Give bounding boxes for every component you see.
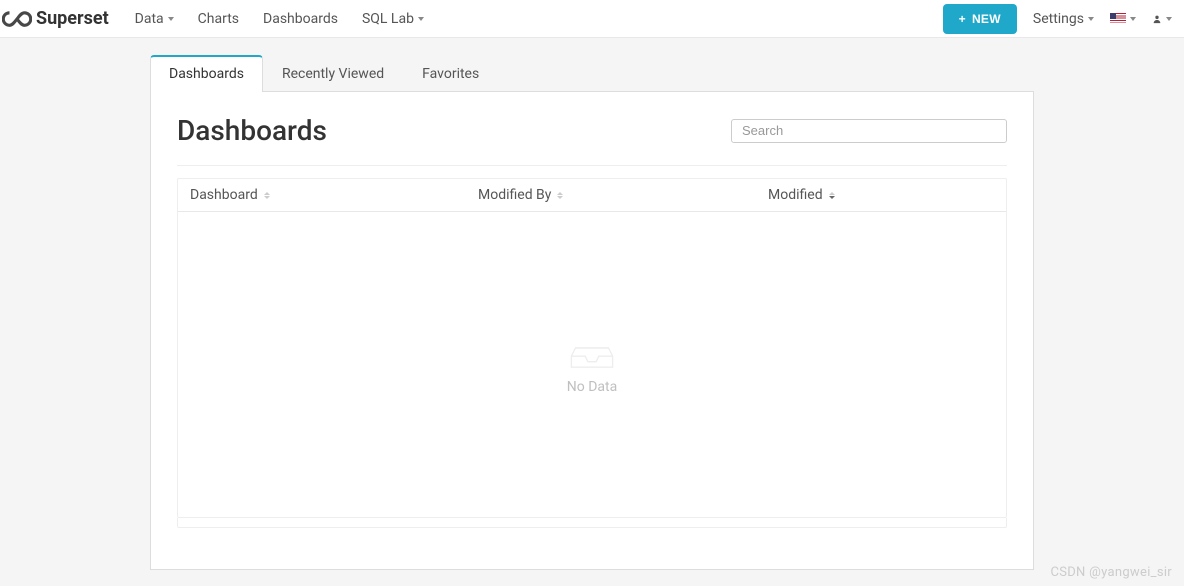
empty-state: No Data <box>178 212 1006 517</box>
tab-label: Recently Viewed <box>282 66 384 82</box>
column-label: Modified By <box>478 187 551 203</box>
nav-charts-label: Charts <box>198 11 239 27</box>
nav-data-label: Data <box>135 11 164 27</box>
new-button[interactable]: + NEW <box>943 4 1017 34</box>
panel: Dashboards Dashboard Modified By Modifie… <box>150 92 1034 570</box>
infinity-icon <box>2 10 32 28</box>
brand-name: Superset <box>36 8 109 29</box>
column-label: Dashboard <box>190 187 258 203</box>
user-icon <box>1152 14 1162 24</box>
nav-dashboards-label: Dashboards <box>263 11 338 27</box>
sort-icon <box>264 192 270 199</box>
language-menu[interactable] <box>1110 13 1136 24</box>
page-content: Dashboards Recently Viewed Favorites Das… <box>150 54 1034 570</box>
nav-dashboards[interactable]: Dashboards <box>251 0 350 38</box>
tabs: Dashboards Recently Viewed Favorites <box>150 54 1034 92</box>
settings-menu[interactable]: Settings <box>1033 11 1094 27</box>
chevron-down-icon <box>168 17 174 21</box>
tab-favorites[interactable]: Favorites <box>403 55 498 92</box>
nav-right: + NEW Settings <box>943 4 1172 34</box>
nav-items: Data Charts Dashboards SQL Lab <box>123 0 436 38</box>
user-menu[interactable] <box>1152 14 1172 24</box>
nav-sqllab[interactable]: SQL Lab <box>350 0 436 38</box>
chevron-down-icon <box>1130 17 1136 21</box>
panel-header: Dashboards <box>177 114 1007 166</box>
us-flag-icon <box>1110 13 1126 24</box>
table-header: Dashboard Modified By Modified <box>178 179 1006 212</box>
table-footer <box>177 518 1007 528</box>
column-header-modified-by[interactable]: Modified By <box>478 187 768 203</box>
empty-text: No Data <box>567 379 617 395</box>
page-title: Dashboards <box>177 114 327 147</box>
chevron-down-icon <box>1166 17 1172 21</box>
watermark: CSDN @yangwei_sir <box>1050 565 1172 580</box>
dashboards-table: Dashboard Modified By Modified <box>177 178 1007 518</box>
tab-label: Favorites <box>422 66 479 82</box>
nav-sqllab-label: SQL Lab <box>362 11 414 27</box>
chevron-down-icon <box>418 17 424 21</box>
empty-box-icon <box>570 335 614 369</box>
new-button-label: NEW <box>972 12 1001 26</box>
tab-dashboards[interactable]: Dashboards <box>150 55 263 92</box>
column-header-dashboard[interactable]: Dashboard <box>190 187 478 203</box>
sort-icon <box>829 192 835 199</box>
nav-data[interactable]: Data <box>123 0 186 38</box>
chevron-down-icon <box>1088 17 1094 21</box>
sort-icon <box>557 192 563 199</box>
search-input[interactable] <box>731 119 1007 143</box>
nav-charts[interactable]: Charts <box>186 0 251 38</box>
plus-icon: + <box>959 12 966 26</box>
settings-label: Settings <box>1033 11 1084 27</box>
tab-label: Dashboards <box>169 66 244 82</box>
top-navbar: Superset Data Charts Dashboards SQL Lab … <box>0 0 1184 38</box>
tab-recently-viewed[interactable]: Recently Viewed <box>263 55 403 92</box>
column-label: Modified <box>768 187 823 203</box>
column-header-modified[interactable]: Modified <box>768 187 994 203</box>
brand-logo[interactable]: Superset <box>2 8 109 29</box>
